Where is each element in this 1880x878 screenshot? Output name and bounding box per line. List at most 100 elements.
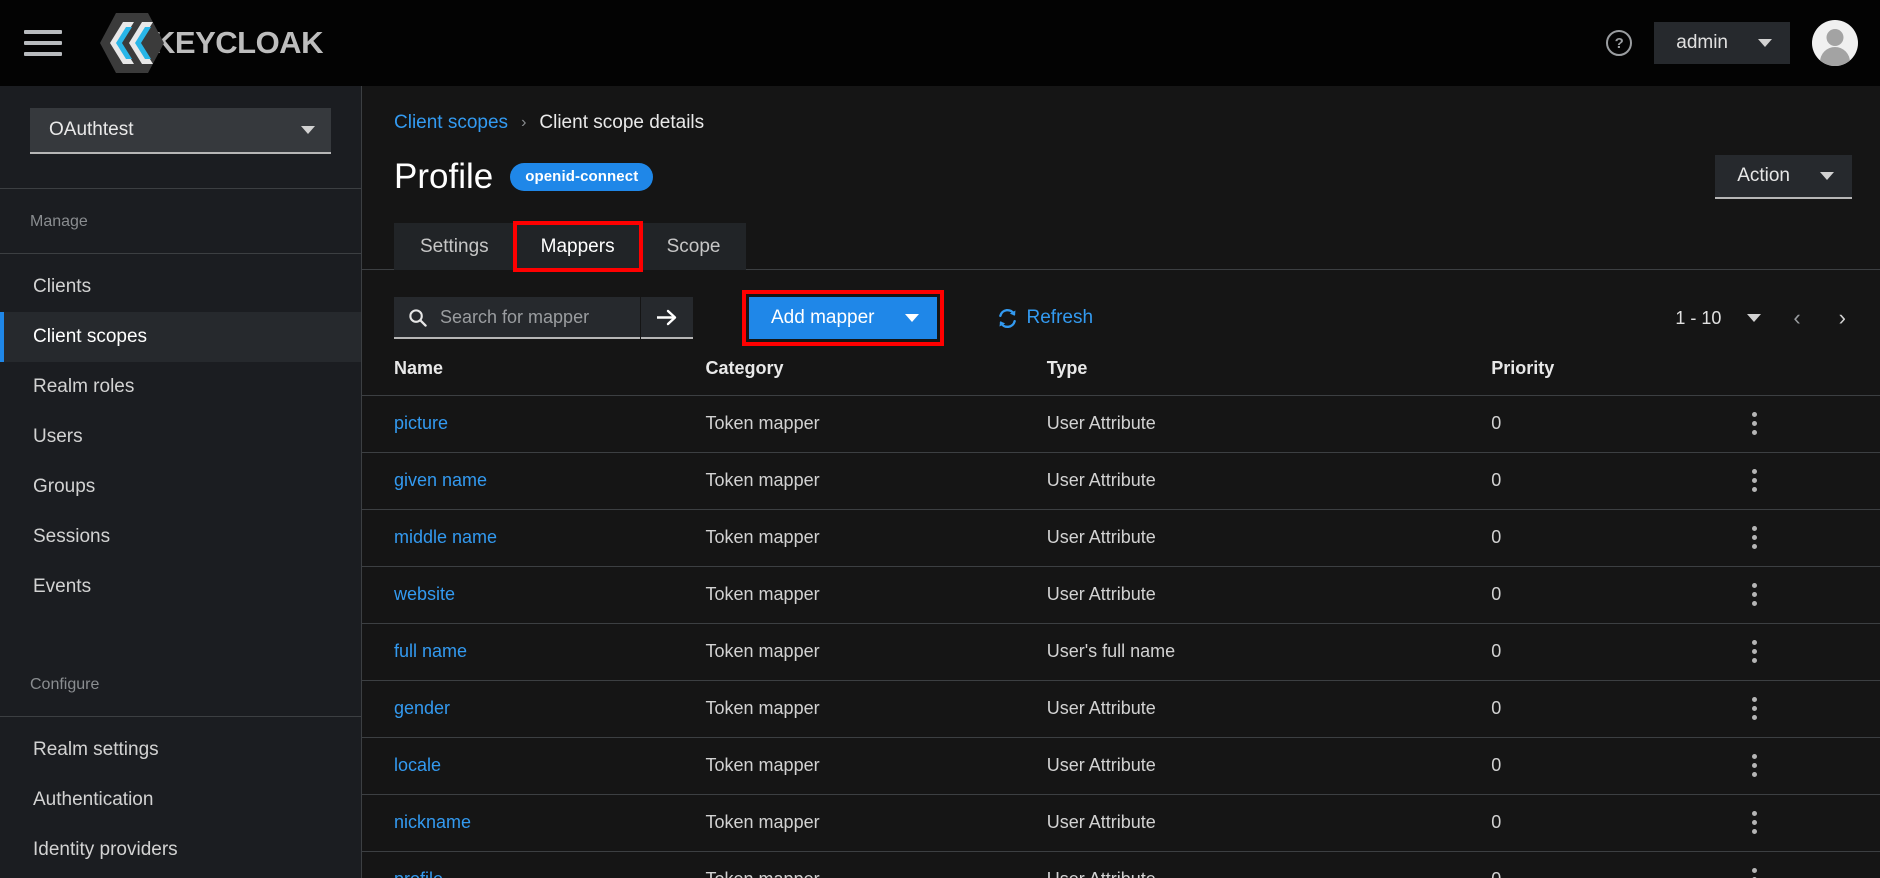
cell-category: Token mapper xyxy=(705,680,1047,738)
caret-down-icon xyxy=(904,314,919,322)
tab-label: Scope xyxy=(666,235,721,257)
breadcrumb-current: Client scope details xyxy=(539,112,705,133)
caret-down-icon xyxy=(1820,172,1834,180)
cell-priority: 0 xyxy=(1491,680,1741,738)
cell-category: Token mapper xyxy=(705,566,1047,624)
cell-actions xyxy=(1740,623,1880,681)
sidebar-item-events[interactable]: Events xyxy=(0,562,361,612)
kebab-menu-icon[interactable] xyxy=(1741,868,1769,878)
tab-bar: Settings Mappers Scope xyxy=(362,221,1880,272)
table-head: Name Category Type Priority xyxy=(362,346,1880,396)
cell-category: Token mapper xyxy=(705,452,1047,510)
cell-category: Token mapper xyxy=(705,395,1047,453)
mapper-link[interactable]: given name xyxy=(394,470,487,490)
refresh-button[interactable]: Refresh xyxy=(997,307,1094,329)
masthead-actions: ? admin xyxy=(1606,20,1858,66)
sidebar-item-realm-settings[interactable]: Realm settings xyxy=(0,725,361,775)
cell-priority: 0 xyxy=(1491,566,1741,624)
question-circle-icon[interactable]: ? xyxy=(1606,30,1633,56)
search-submit-button[interactable] xyxy=(641,297,693,339)
masthead: KEYCLOAK ? admin xyxy=(0,0,1880,86)
tab-mappers[interactable]: Mappers xyxy=(512,221,643,272)
tab-scope[interactable]: Scope xyxy=(640,223,747,270)
sidebar-item-label: Events xyxy=(33,576,92,597)
tab-settings[interactable]: Settings xyxy=(394,223,515,270)
keycloak-logo[interactable]: KEYCLOAK xyxy=(99,10,323,76)
kebab-menu-icon[interactable] xyxy=(1741,640,1769,663)
mapper-link[interactable]: profile xyxy=(394,869,443,878)
page-title: Profile xyxy=(394,157,494,196)
column-header-category: Category xyxy=(705,346,1047,396)
realm-selector[interactable]: OAuthtest xyxy=(30,108,331,154)
kebab-menu-icon[interactable] xyxy=(1741,469,1769,492)
mapper-link[interactable]: full name xyxy=(394,641,467,661)
caret-down-icon[interactable] xyxy=(1747,314,1762,322)
nav-group-title-configure: Configure xyxy=(0,652,361,717)
cell-type: User Attribute xyxy=(1046,509,1492,567)
column-header-priority: Priority xyxy=(1491,346,1741,396)
pagination: 1 - 10 ‹ › xyxy=(1675,307,1852,329)
cell-name: website xyxy=(362,566,706,624)
sidebar-item-authentication[interactable]: Authentication xyxy=(0,775,361,825)
mapper-link[interactable]: website xyxy=(394,584,455,604)
hamburger-icon[interactable] xyxy=(24,24,62,62)
mapper-link[interactable]: locale xyxy=(394,755,441,775)
breadcrumb-link-client-scopes[interactable]: Client scopes xyxy=(394,112,508,134)
cell-actions xyxy=(1740,851,1880,878)
sidebar-item-users[interactable]: Users xyxy=(0,412,361,462)
kebab-menu-icon[interactable] xyxy=(1741,811,1769,834)
cell-priority: 0 xyxy=(1491,851,1741,878)
hamburger-bar xyxy=(24,41,62,45)
tab-label: Settings xyxy=(420,235,489,257)
cell-priority: 0 xyxy=(1491,452,1741,510)
avatar[interactable] xyxy=(1812,20,1858,66)
table-toolbar: Search for mapper Add mapper Refresh 1 -… xyxy=(362,270,1880,346)
chevron-right-icon[interactable]: › xyxy=(1833,307,1852,329)
kebab-menu-icon[interactable] xyxy=(1741,526,1769,549)
nav-items-manage: Clients Client scopes Realm roles Users … xyxy=(0,254,361,612)
sidebar-item-clients[interactable]: Clients xyxy=(0,262,361,312)
cell-name: full name xyxy=(362,623,706,681)
tab-label: Mappers xyxy=(540,235,615,257)
refresh-label: Refresh xyxy=(1026,307,1094,328)
mapper-link[interactable]: picture xyxy=(394,413,448,433)
cell-actions xyxy=(1740,452,1880,510)
breadcrumb: Client scopes › Client scope details xyxy=(362,86,1880,134)
search-input[interactable]: Search for mapper xyxy=(394,297,640,339)
kebab-menu-icon[interactable] xyxy=(1741,412,1769,435)
arrow-right-icon xyxy=(657,309,677,325)
add-mapper-button[interactable]: Add mapper xyxy=(742,290,944,346)
table-row: given name Token mapper User Attribute 0 xyxy=(362,452,1880,510)
sidebar-item-identity-providers[interactable]: Identity providers xyxy=(0,825,361,875)
mapper-link[interactable]: gender xyxy=(394,698,450,718)
table-row: nickname Token mapper User Attribute 0 xyxy=(362,794,1880,852)
mapper-link[interactable]: middle name xyxy=(394,527,497,547)
realm-selector-label: OAuthtest xyxy=(49,119,134,140)
mapper-link[interactable]: nickname xyxy=(394,812,471,832)
table-row: profile Token mapperUser Attribute0 xyxy=(362,851,1880,878)
pagination-range: 1 - 10 xyxy=(1675,307,1722,328)
search-group: Search for mapper xyxy=(394,297,693,339)
cell-type: User Attribute xyxy=(1046,452,1492,510)
cell-category: Token mapper xyxy=(705,737,1047,795)
chevron-left-icon[interactable]: ‹ xyxy=(1787,307,1806,329)
kebab-menu-icon[interactable] xyxy=(1741,754,1769,777)
kebab-menu-icon[interactable] xyxy=(1741,697,1769,720)
sidebar-item-client-scopes[interactable]: Client scopes xyxy=(0,312,361,362)
sidebar-item-label: Identity providers xyxy=(33,839,178,860)
sidebar-item-sessions[interactable]: Sessions xyxy=(0,512,361,562)
sidebar-item-label: Authentication xyxy=(33,789,154,810)
sidebar-item-groups[interactable]: Groups xyxy=(0,462,361,512)
user-menu-toggle[interactable]: admin xyxy=(1654,22,1790,64)
hamburger-bar xyxy=(24,52,62,56)
cell-name: given name xyxy=(362,452,706,510)
sidebar-item-label: Groups xyxy=(33,476,96,497)
cell-type: User Attribute xyxy=(1046,851,1492,878)
cell-name: profile xyxy=(362,851,706,878)
kebab-menu-icon[interactable] xyxy=(1741,583,1769,606)
sidebar: OAuthtest Manage Clients Client scopes R… xyxy=(0,86,362,878)
main-content: Client scopes › Client scope details Pro… xyxy=(362,86,1880,878)
cell-actions xyxy=(1740,509,1880,567)
action-dropdown-button[interactable]: Action xyxy=(1715,155,1852,199)
sidebar-item-realm-roles[interactable]: Realm roles xyxy=(0,362,361,412)
